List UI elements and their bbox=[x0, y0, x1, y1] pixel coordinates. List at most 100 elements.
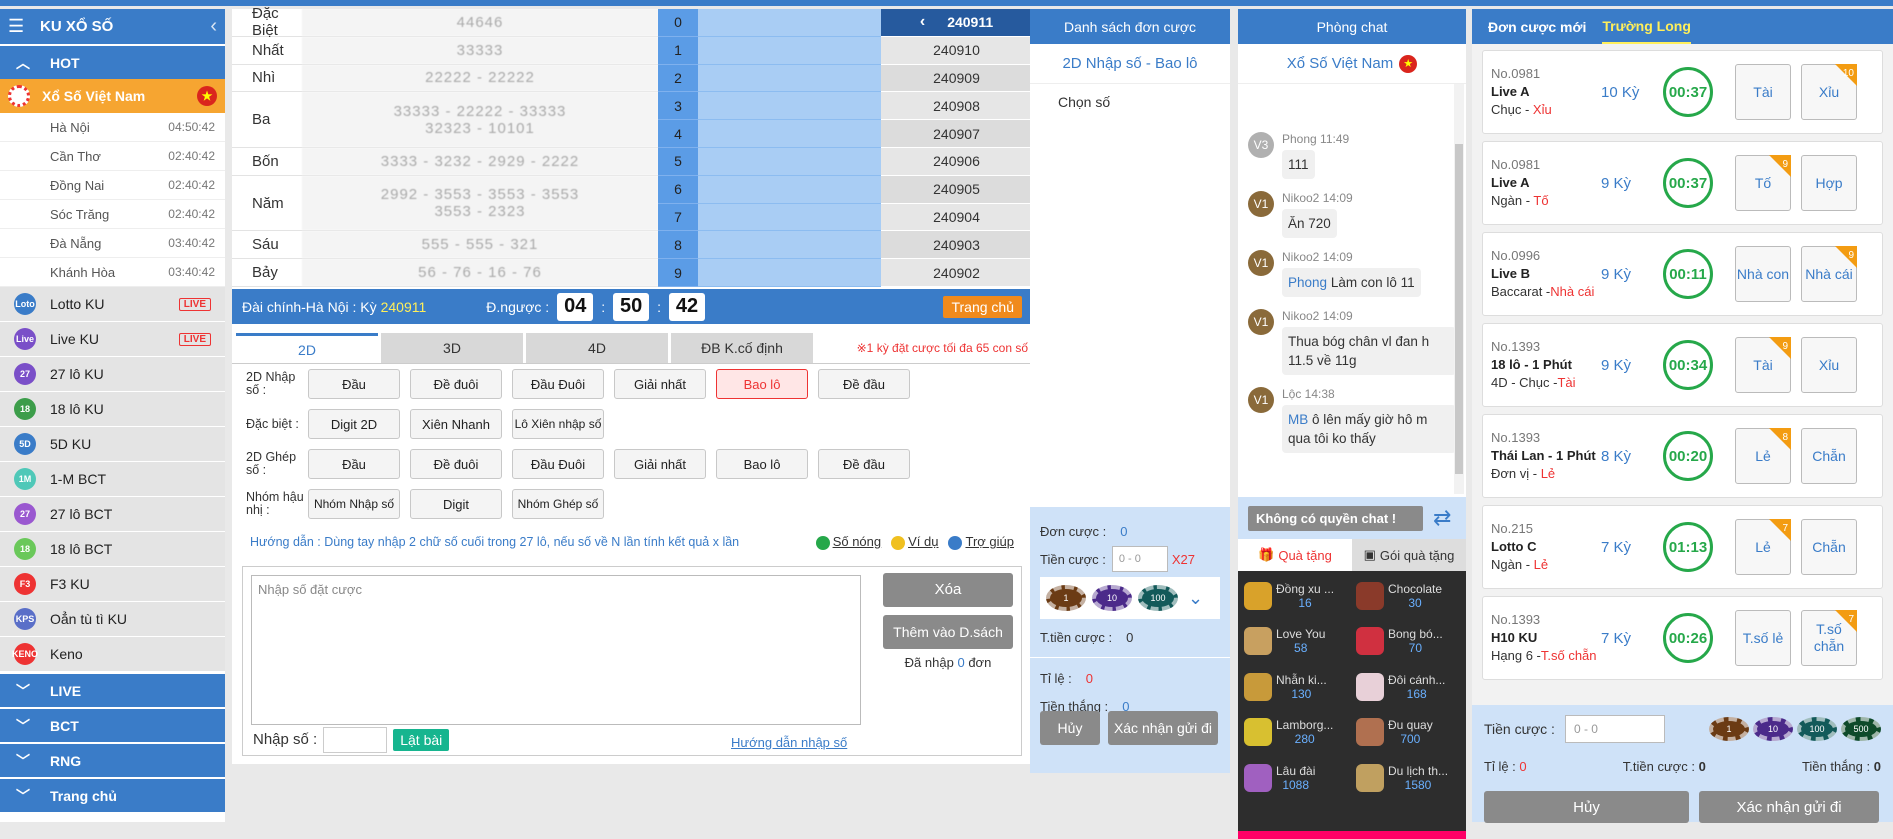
cancel-button[interactable]: Hủy bbox=[1040, 711, 1100, 745]
gift-item[interactable]: Lâu đài 1088 bbox=[1240, 755, 1352, 801]
sidebar-game-item[interactable]: 27 27 lô KU bbox=[0, 357, 225, 392]
bet-type-button[interactable]: Đề đầu bbox=[818, 369, 910, 399]
bet-type-button[interactable]: Digit 2D bbox=[308, 409, 400, 439]
bet-option-button[interactable]: Nhà cái 9 bbox=[1801, 246, 1857, 302]
gift-item[interactable]: Đôi cánh... 168 bbox=[1352, 664, 1464, 710]
home-button[interactable]: Trang chủ bbox=[943, 295, 1022, 318]
bet-option-button[interactable]: Xỉu bbox=[1801, 337, 1857, 393]
tab-1[interactable]: 2D bbox=[236, 333, 378, 363]
chip-100[interactable]: 100 bbox=[1797, 717, 1837, 741]
bet-option-button[interactable]: Xỉu 10 bbox=[1801, 64, 1857, 120]
bet-option-button[interactable]: Lẻ 7 bbox=[1735, 519, 1791, 575]
bet-type-button[interactable]: Bao lô bbox=[716, 449, 808, 479]
tab-truong-long[interactable]: Trường Long bbox=[1602, 9, 1691, 44]
chip-10[interactable]: 10 bbox=[1753, 717, 1793, 741]
tab-gifts[interactable]: 🎁 Quà tặng bbox=[1238, 539, 1352, 571]
bet-option-button[interactable]: Tố 9 bbox=[1735, 155, 1791, 211]
gift-item[interactable]: Đu quay 700 bbox=[1352, 710, 1464, 756]
entry-help-link[interactable]: Hướng dẫn nhập số bbox=[731, 735, 847, 750]
confirm-button[interactable]: Xác nhận gửi đi bbox=[1108, 711, 1218, 745]
bet-type-button[interactable]: Lô Xiên nhập số bbox=[512, 409, 604, 439]
stake-input[interactable]: 0 - 0 bbox=[1564, 715, 1665, 743]
delete-button[interactable]: Xóa bbox=[883, 572, 1013, 607]
sidebar-game-item[interactable]: F3 F3 KU bbox=[0, 567, 225, 602]
bet-type-button[interactable]: Xiên Nhanh bbox=[410, 409, 502, 439]
bet-type-button[interactable]: Nhóm Nhập số bbox=[308, 489, 400, 519]
hot-numbers-link[interactable]: Số nóng bbox=[815, 534, 881, 550]
bet-type-button[interactable]: Đầu bbox=[308, 369, 400, 399]
section-rng[interactable]: ﹀ RNG bbox=[0, 742, 225, 777]
confirm-button[interactable]: Xác nhận gửi đi bbox=[1699, 791, 1879, 823]
section-hot[interactable]: ︿ HOT bbox=[0, 44, 225, 79]
help-link[interactable]: Trợ giúp bbox=[948, 534, 1014, 550]
chip-1[interactable]: 1 bbox=[1046, 585, 1086, 611]
sidebar-game-item[interactable]: 27 27 lô BCT bbox=[0, 497, 225, 532]
bet-number-textarea[interactable]: Nhập số đặt cược bbox=[251, 574, 861, 725]
chat-scrollbar[interactable] bbox=[1454, 84, 1464, 494]
chevron-left-icon[interactable]: ‹ bbox=[920, 13, 925, 31]
tab-3[interactable]: 4D bbox=[526, 333, 668, 363]
section-bct[interactable]: ﹀ BCT bbox=[0, 707, 225, 742]
bet-option-button[interactable]: Hợp bbox=[1801, 155, 1857, 211]
bet-option-button[interactable]: Lẻ 8 bbox=[1735, 428, 1791, 484]
bet-option-button[interactable]: T.số chẵn 7 bbox=[1801, 610, 1857, 666]
gift-item[interactable]: Lamborg... 280 bbox=[1240, 710, 1352, 756]
bet-option-button[interactable]: Nhà con bbox=[1735, 246, 1791, 302]
number-entry-input[interactable] bbox=[323, 726, 388, 753]
bet-option-button[interactable]: Tài bbox=[1735, 64, 1791, 120]
bet-type-button[interactable]: Đầu Đuôi bbox=[512, 369, 604, 399]
sidebar-game-item[interactable]: KPS Oẳn tù tì KU bbox=[0, 602, 225, 637]
sidebar-item-xo-so-viet-nam[interactable]: Xổ Số Việt Nam ★ bbox=[0, 79, 225, 113]
bet-type-button[interactable]: Đầu bbox=[308, 449, 400, 479]
bet-type-button[interactable]: Đề đầu bbox=[818, 449, 910, 479]
bet-option-button[interactable]: Chẵn bbox=[1801, 519, 1857, 575]
mention[interactable]: Phong bbox=[1288, 275, 1327, 290]
swap-icon[interactable]: ⇄ bbox=[1433, 505, 1451, 531]
tab-gift-packs[interactable]: ▣ Gói quà tặng bbox=[1352, 539, 1466, 571]
section-live[interactable]: ﹀ LIVE bbox=[0, 672, 225, 707]
section-home[interactable]: ﹀ Trang chủ bbox=[0, 777, 225, 812]
gift-item[interactable]: Chocolate 30 bbox=[1352, 573, 1464, 619]
chip-500[interactable]: 500 bbox=[1841, 717, 1881, 741]
sidebar-sub-item[interactable]: Cần Thơ 02:40:42 bbox=[0, 142, 225, 171]
gift-item[interactable]: Nhẫn ki... 130 bbox=[1240, 664, 1352, 710]
bet-type-button[interactable]: Bao lô bbox=[716, 369, 808, 399]
chevron-down-icon[interactable]: ⌄ bbox=[1188, 588, 1203, 609]
chip-10[interactable]: 10 bbox=[1092, 585, 1132, 611]
example-link[interactable]: Ví dụ bbox=[891, 534, 938, 550]
flip-card-button[interactable]: Lật bài bbox=[393, 728, 450, 751]
gift-item[interactable]: Love You 58 bbox=[1240, 619, 1352, 665]
gift-item[interactable]: Du lịch th... 1580 bbox=[1352, 755, 1464, 801]
bet-option-button[interactable]: Chẵn bbox=[1801, 428, 1857, 484]
sidebar-game-item[interactable]: 18 18 lô BCT bbox=[0, 532, 225, 567]
sidebar-game-item[interactable]: Live Live KU LIVE bbox=[0, 322, 225, 357]
bet-option-button[interactable]: T.số lẻ bbox=[1735, 610, 1791, 666]
tab-4[interactable]: ĐB K.cố định bbox=[671, 333, 813, 363]
bet-type-button[interactable]: Nhóm Ghép số bbox=[512, 489, 604, 519]
collapse-icon[interactable]: ‹ bbox=[210, 15, 217, 38]
period-cell[interactable]: ‹ 240911 bbox=[881, 9, 1032, 37]
sidebar-sub-item[interactable]: Khánh Hòa 03:40:42 bbox=[0, 258, 225, 287]
bet-type-button[interactable]: Giải nhất bbox=[614, 449, 706, 479]
sidebar-sub-item[interactable]: Hà Nội 04:50:42 bbox=[0, 113, 225, 142]
mention[interactable]: MB bbox=[1288, 412, 1308, 427]
tab-new-bets[interactable]: Đơn cược mới bbox=[1488, 9, 1586, 44]
menu-icon[interactable]: ☰ bbox=[8, 16, 28, 37]
bet-option-button[interactable]: Tài 9 bbox=[1735, 337, 1791, 393]
bet-type-button[interactable]: Đề đuôi bbox=[410, 369, 502, 399]
tab-2[interactable]: 3D bbox=[381, 333, 523, 363]
bet-type-button[interactable]: Đầu Đuôi bbox=[512, 449, 604, 479]
bet-type-button[interactable]: Giải nhất bbox=[614, 369, 706, 399]
cancel-button[interactable]: Hủy bbox=[1484, 791, 1689, 823]
sidebar-sub-item[interactable]: Sóc Trăng 02:40:42 bbox=[0, 200, 225, 229]
sidebar-game-item[interactable]: 1M 1-M BCT bbox=[0, 462, 225, 497]
chip-1[interactable]: 1 bbox=[1709, 717, 1749, 741]
bet-type-button[interactable]: Đề đuôi bbox=[410, 449, 502, 479]
sidebar-game-item[interactable]: 5D 5D KU bbox=[0, 427, 225, 462]
gift-item[interactable]: Đồng xu ... 16 bbox=[1240, 573, 1352, 619]
gift-item[interactable]: Bong bó... 70 bbox=[1352, 619, 1464, 665]
chip-100[interactable]: 100 bbox=[1138, 585, 1178, 611]
sidebar-game-item[interactable]: Loto Lotto KU LIVE bbox=[0, 287, 225, 322]
sidebar-sub-item[interactable]: Đà Nẵng 03:40:42 bbox=[0, 229, 225, 258]
sidebar-game-item[interactable]: 18 18 lô KU bbox=[0, 392, 225, 427]
